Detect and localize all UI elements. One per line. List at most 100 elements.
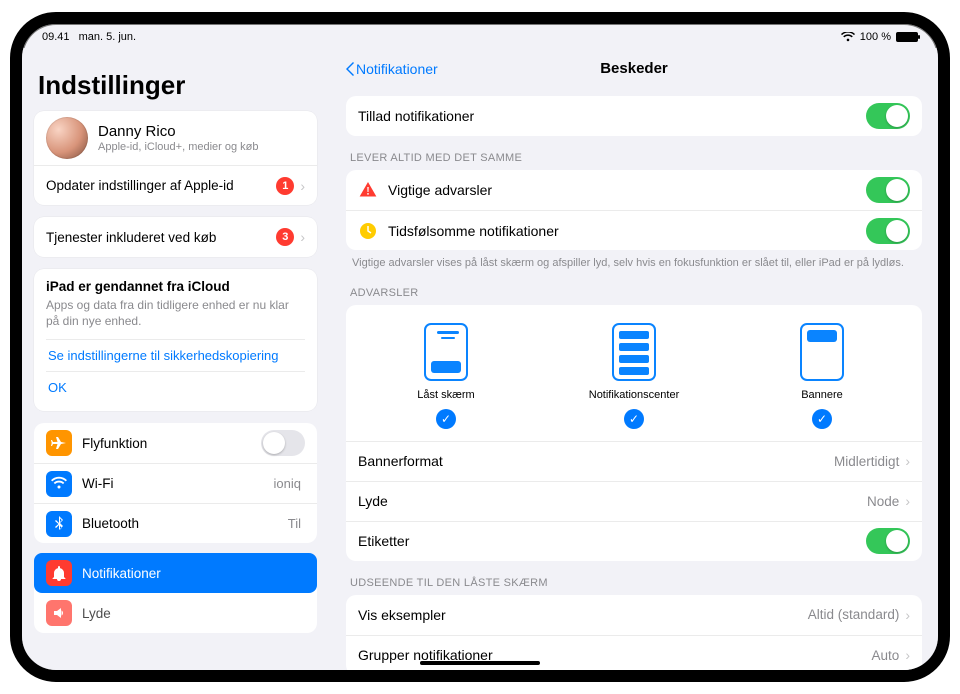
critical-label: Vigtige advarsler: [388, 182, 866, 198]
time-sensitive-toggle[interactable]: [866, 218, 910, 244]
sidebar-item-notifications[interactable]: Notifikationer: [34, 553, 317, 593]
banner-preview-icon: [800, 323, 844, 381]
services-card: Tjenester inkluderet ved køb 3 ›: [34, 217, 317, 257]
chevron-right-icon: ›: [300, 178, 305, 194]
sounds-label: Lyde: [358, 493, 867, 509]
alert-rows: Bannerformat Midlertidigt › Lyde Node › …: [346, 441, 922, 561]
badges-label: Etiketter: [358, 533, 866, 549]
badges-toggle[interactable]: [866, 528, 910, 554]
checkmark-icon: ✓: [624, 409, 644, 429]
account-card: Danny Rico Apple-id, iCloud+, medier og …: [34, 111, 317, 205]
center-preview-icon: [612, 323, 656, 381]
sounds-row[interactable]: Lyde Node ›: [346, 481, 922, 521]
alerts-header: ADVARSLER: [350, 287, 918, 299]
sidebar-item-label: Bluetooth: [82, 516, 288, 531]
nav-bar: Notifikationer Beskeder: [330, 48, 938, 90]
allow-group: Tillad notifikationer: [346, 96, 922, 136]
bluetooth-value: Til: [288, 516, 301, 531]
account-subtitle: Apple-id, iCloud+, medier og køb: [98, 141, 305, 153]
sidebar-item-label: Notifikationer: [82, 566, 305, 581]
sidebar-item-airplane[interactable]: Flyfunktion: [34, 423, 317, 463]
apple-id-update-row[interactable]: Opdater indstillinger af Apple-id 1 ›: [34, 165, 317, 205]
battery-icon: [896, 32, 918, 42]
account-name: Danny Rico: [98, 123, 176, 140]
wifi-value: ioniq: [274, 476, 301, 491]
back-label: Notifikationer: [356, 61, 438, 77]
checkmark-icon: ✓: [812, 409, 832, 429]
airplane-toggle[interactable]: [261, 430, 305, 456]
lockscreen-label: Låst skærm: [417, 389, 474, 401]
lock-appearance-header: UDSEENDE TIL DEN LÅSTE SKÆRM: [350, 577, 918, 589]
chevron-right-icon: ›: [905, 647, 910, 663]
badges-row[interactable]: Etiketter: [346, 521, 922, 561]
alert-style-lockscreen[interactable]: Låst skærm ✓: [371, 323, 521, 429]
back-button[interactable]: Notifikationer: [344, 48, 438, 89]
sounds-value: Node: [867, 494, 899, 509]
badge-1: 1: [276, 177, 294, 195]
backup-settings-link[interactable]: Se indstillingerne til sikkerhedskopieri…: [46, 339, 305, 371]
critical-alerts-row[interactable]: Vigtige advarsler: [346, 170, 922, 210]
page-title: Indstillinger: [38, 70, 317, 101]
settings-sidebar: Indstillinger Danny Rico Apple-id, iClou…: [22, 48, 330, 670]
airplane-icon: [46, 430, 72, 456]
sidebar-item-sounds[interactable]: Lyde: [34, 593, 317, 633]
time-sensitive-label: Tidsfølsomme notifikationer: [388, 223, 866, 239]
alert-style-banners[interactable]: Bannere ✓: [747, 323, 897, 429]
warning-triangle-icon: [358, 180, 378, 200]
sidebar-item-wifi[interactable]: Wi-Fi ioniq: [34, 463, 317, 503]
restore-body: Apps og data fra din tidligere enhed er …: [46, 297, 305, 329]
lock-appearance-group: Vis eksempler Altid (standard) › Grupper…: [346, 595, 922, 670]
detail-pane: Notifikationer Beskeder Tillad notifikat…: [330, 48, 938, 670]
sidebar-item-label: Wi-Fi: [82, 476, 274, 491]
status-date: man. 5. jun.: [79, 31, 136, 43]
chevron-right-icon: ›: [905, 493, 910, 509]
speaker-icon: [46, 600, 72, 626]
chevron-right-icon: ›: [300, 229, 305, 245]
nav-title: Beskeder: [600, 60, 668, 77]
badge-3: 3: [276, 228, 294, 246]
avatar: [46, 117, 88, 159]
show-previews-label: Vis eksempler: [358, 607, 808, 623]
status-bar-left: 09.41 man. 5. jun.: [42, 31, 142, 43]
sidebar-item-label: Flyfunktion: [82, 436, 261, 451]
chevron-right-icon: ›: [905, 453, 910, 469]
allow-label: Tillad notifikationer: [358, 108, 866, 124]
status-bar-right: 100 %: [841, 31, 918, 43]
deliver-group: Vigtige advarsler Tidsfølsomme notifikat…: [346, 170, 922, 250]
alert-style-previews: Låst skærm ✓ Notifikationscenter ✓: [346, 305, 922, 441]
banner-style-row[interactable]: Bannerformat Midlertidigt ›: [346, 441, 922, 481]
services-label: Tjenester inkluderet ved køb: [46, 230, 276, 245]
sidebar-item-bluetooth[interactable]: Bluetooth Til: [34, 503, 317, 543]
sidebar-item-label: Lyde: [82, 606, 305, 621]
account-row[interactable]: Danny Rico Apple-id, iCloud+, medier og …: [34, 111, 317, 165]
restore-heading: iPad er gendannet fra iCloud: [46, 279, 305, 294]
content-scroll[interactable]: Tillad notifikationer LEVER ALTID MED DE…: [330, 90, 938, 670]
home-indicator[interactable]: [420, 661, 540, 665]
grouping-value: Auto: [872, 648, 900, 663]
lockscreen-preview-icon: [424, 323, 468, 381]
ipad-frame: 09.41 man. 5. jun. 100 % Indstillinger D…: [10, 12, 950, 682]
checkmark-icon: ✓: [436, 409, 456, 429]
allow-toggle[interactable]: [866, 103, 910, 129]
center-label: Notifikationscenter: [589, 389, 680, 401]
deliver-header: LEVER ALTID MED DET SAMME: [350, 152, 918, 164]
account-name-block: Danny Rico Apple-id, iCloud+, medier og …: [98, 123, 305, 153]
restore-ok-button[interactable]: OK: [46, 371, 305, 403]
wifi-settings-icon: [46, 471, 72, 497]
show-previews-row[interactable]: Vis eksempler Altid (standard) ›: [346, 595, 922, 635]
allow-notifications-row[interactable]: Tillad notifikationer: [346, 96, 922, 136]
banner-style-label: Bannerformat: [358, 453, 834, 469]
status-time: 09.41: [42, 31, 70, 43]
clock-icon: [358, 221, 378, 241]
time-sensitive-row[interactable]: Tidsfølsomme notifikationer: [346, 210, 922, 250]
alerts-group: Låst skærm ✓ Notifikationscenter ✓: [346, 305, 922, 561]
banner-label: Bannere: [801, 389, 843, 401]
bluetooth-icon: [46, 511, 72, 537]
alert-style-center[interactable]: Notifikationscenter ✓: [559, 323, 709, 429]
services-row[interactable]: Tjenester inkluderet ved køb 3 ›: [34, 217, 317, 257]
restore-card: iPad er gendannet fra iCloud Apps og dat…: [34, 269, 317, 411]
notif-group: Notifikationer Lyde: [34, 553, 317, 633]
deliver-footer: Vigtige advarsler vises på låst skærm og…: [352, 256, 916, 271]
critical-toggle[interactable]: [866, 177, 910, 203]
status-bar: 09.41 man. 5. jun. 100 %: [22, 24, 938, 46]
